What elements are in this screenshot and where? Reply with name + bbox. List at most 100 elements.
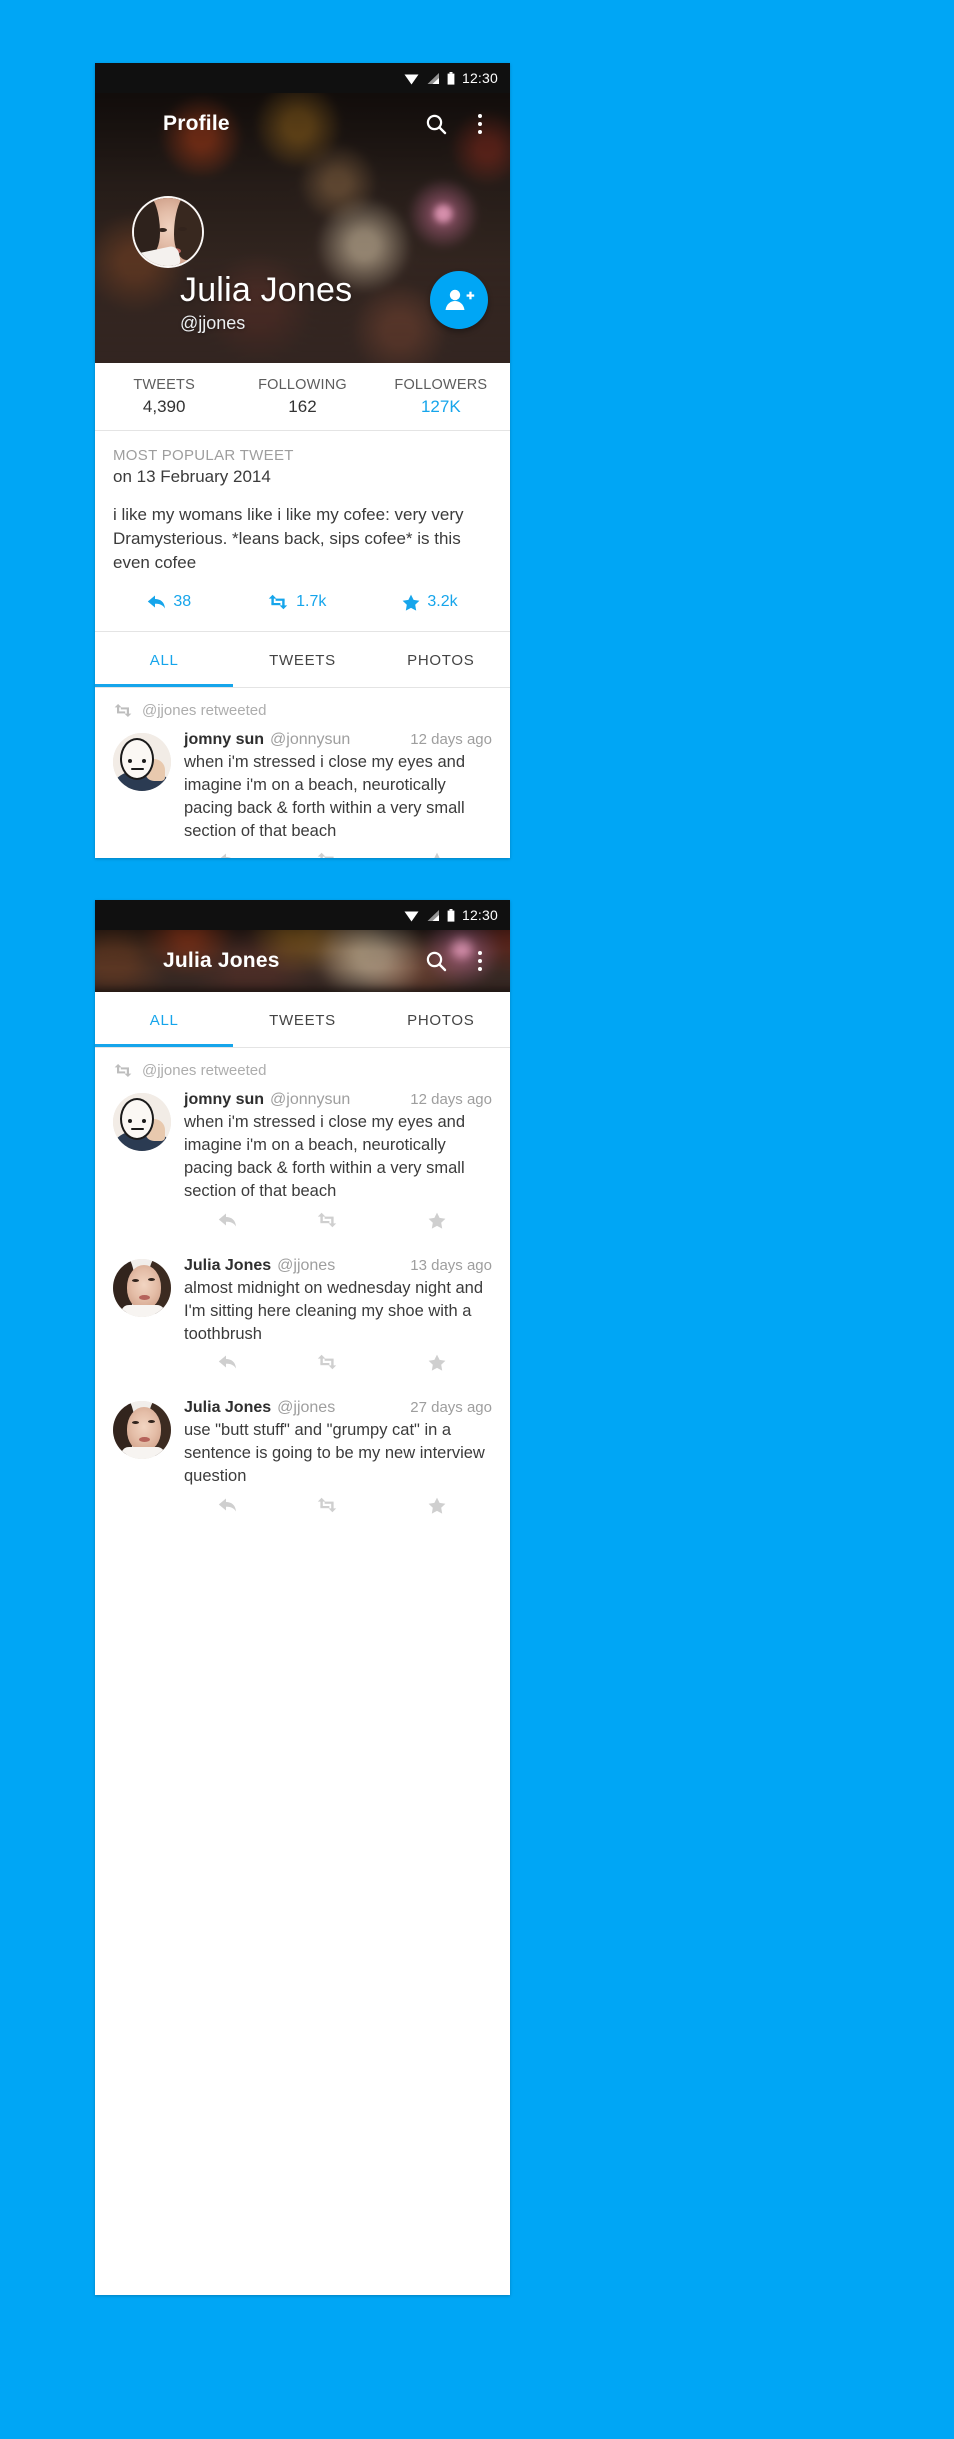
tweet-author-name: jomny sun (184, 1091, 265, 1108)
tweet-header: Julia Jones @jjones 27 days ago (184, 1399, 492, 1417)
julia-jones-avatar[interactable] (113, 1258, 171, 1317)
retweet-icon (114, 704, 132, 718)
star-icon (428, 1212, 446, 1229)
tab-all[interactable]: ALL (95, 632, 233, 687)
overflow-menu-icon[interactable] (466, 947, 494, 975)
tweet-author-name: Julia Jones (184, 1399, 272, 1417)
reply-icon (218, 1355, 236, 1369)
retweet-note-label: @jjones retweeted (142, 702, 267, 720)
retweet-note: @jjones retweeted (95, 688, 510, 723)
retweet-action[interactable] (272, 1212, 382, 1229)
stat-tweets[interactable]: TWEETS 4,390 (95, 377, 233, 417)
stat-followers[interactable]: FOLLOWERS 127K (372, 377, 510, 417)
retweet-note: @jjones retweeted (95, 1048, 510, 1083)
search-icon[interactable] (422, 947, 450, 975)
tab-tweets[interactable]: TWEETS (233, 632, 371, 687)
stat-value: 162 (288, 397, 317, 416)
most-popular-tweet-card: MOST POPULAR TWEET on 13 February 2014 i… (95, 431, 510, 633)
hamburger-icon[interactable] (111, 947, 137, 975)
retweet-action[interactable] (272, 1354, 382, 1371)
tweet-body: jomny sun @jonnysun 12 days ago when i'm… (184, 1091, 492, 1239)
retweet-icon (317, 852, 334, 858)
list-item[interactable]: Julia Jones @jjones 27 days ago use "but… (95, 1385, 510, 1528)
list-item[interactable]: @jjones retweeted jomny sun @jonnysun 12… (95, 688, 510, 858)
tweet-timestamp: 12 days ago (410, 731, 492, 749)
profile-hero: Profile Julia Jones @jjones (95, 93, 510, 363)
tweet-row[interactable]: jomny sun @jonnysun 12 days ago when i'm… (95, 1083, 510, 1243)
retweet-icon (317, 1212, 337, 1227)
reply-action[interactable] (182, 1497, 272, 1514)
tab-tweets[interactable]: TWEETS (233, 992, 371, 1047)
tweet-author-handle: @jjones (277, 1256, 336, 1274)
status-bar: 12:30 (95, 63, 510, 93)
tweet-text: use "butt stuff" and "grumpy cat" in a s… (184, 1421, 485, 1486)
favorite-action[interactable] (382, 852, 492, 858)
tab-photos[interactable]: PHOTOS (372, 992, 510, 1047)
add-person-icon[interactable] (430, 271, 488, 329)
favorite-action[interactable] (382, 1354, 492, 1372)
profile-handle: @jjones (180, 313, 246, 333)
star-icon (434, 852, 440, 858)
retweet-icon (317, 1498, 337, 1513)
stat-label: FOLLOWERS (394, 377, 488, 393)
popular-tweet-actions: 38 1.7k 3.2k (113, 575, 492, 625)
tweet-timestamp: 27 days ago (410, 1399, 492, 1417)
stat-following[interactable]: FOLLOWING 162 (233, 377, 371, 417)
favorite-action[interactable] (382, 1212, 492, 1229)
tweet-body: Julia Jones @jjones 27 days ago use "but… (184, 1399, 492, 1524)
tweet-row[interactable]: Julia Jones @jjones 27 days ago use "but… (95, 1385, 510, 1528)
tab-indicator (95, 1044, 234, 1047)
wifi-icon (404, 74, 419, 84)
tweet-timestamp: 12 days ago (410, 1091, 492, 1108)
tab-photos[interactable]: PHOTOS (372, 632, 510, 687)
jomny-sun-avatar[interactable] (113, 1093, 171, 1151)
tweet-row[interactable]: Julia Jones @jjones 13 days ago almost m… (95, 1243, 510, 1386)
screenshot-canvas: 12:30 Profile Julia Jones @jjones TWEETS… (0, 0, 954, 2439)
favorite-action[interactable]: 3.2k (402, 593, 458, 611)
reply-action[interactable]: 38 (147, 593, 191, 611)
popular-tweet-kicker: MOST POPULAR TWEET (113, 447, 294, 464)
hamburger-icon[interactable] (111, 110, 137, 138)
reply-count: 38 (173, 593, 192, 611)
list-item[interactable]: Julia Jones @jjones 13 days ago almost m… (95, 1243, 510, 1386)
reply-action[interactable] (182, 852, 272, 858)
phone-screen-profile: 12:30 Profile Julia Jones @jjones TWEETS… (95, 63, 510, 858)
wifi-icon (404, 911, 419, 921)
battery-icon (447, 71, 455, 85)
tweet-header: Julia Jones @jjones 13 days ago (184, 1257, 492, 1275)
jomny-sun-avatar[interactable] (113, 733, 171, 792)
tweet-header: jomny sun @jonnysun 12 days ago (184, 1091, 492, 1109)
overflow-menu-icon[interactable] (466, 110, 494, 138)
feed-list: @jjones retweeted jomny sun @jonnysun 12… (95, 1048, 510, 1529)
retweet-icon (317, 1355, 337, 1370)
tweet-author-handle: @jonnysun (270, 731, 351, 749)
tweet-actions (182, 1488, 492, 1524)
retweet-action[interactable]: 1.7k (267, 593, 326, 611)
retweet-icon (268, 595, 288, 610)
retweet-icon (114, 1063, 132, 1078)
reply-icon (218, 1498, 236, 1512)
tweet-text: when i'm stressed i close my eyes and im… (184, 1113, 466, 1200)
tab-all[interactable]: ALL (95, 992, 233, 1047)
status-bar-clock: 12:30 (461, 907, 498, 923)
julia-jones-avatar[interactable] (113, 1401, 171, 1460)
tweet-text: almost midnight on wednesday night and I… (184, 1278, 484, 1343)
tweet-text: when i'm stressed i close my eyes and im… (184, 753, 466, 841)
tweet-author-handle: @jonnysun (270, 1091, 351, 1108)
tweet-row[interactable]: jomny sun @jonnysun 12 days ago when i'm… (95, 723, 510, 858)
reply-action[interactable] (182, 1354, 272, 1371)
favorite-count: 3.2k (427, 593, 458, 611)
profile-stats: TWEETS 4,390 FOLLOWING 162 FOLLOWERS 127… (95, 363, 510, 431)
search-icon[interactable] (422, 110, 450, 138)
tweet-author-name: jomny sun (184, 731, 265, 749)
list-item[interactable]: @jjones retweeted jomny sun @jonnysun 12… (95, 1048, 510, 1243)
retweet-action[interactable] (272, 1497, 382, 1514)
retweet-action[interactable] (272, 852, 382, 858)
profile-name: Julia Jones (180, 271, 353, 309)
stat-value: 4,390 (142, 397, 186, 416)
favorite-action[interactable] (382, 1497, 492, 1514)
reply-action[interactable] (182, 1212, 272, 1229)
star-icon (428, 1355, 446, 1372)
reply-icon (148, 595, 166, 609)
avatar[interactable] (132, 196, 204, 268)
